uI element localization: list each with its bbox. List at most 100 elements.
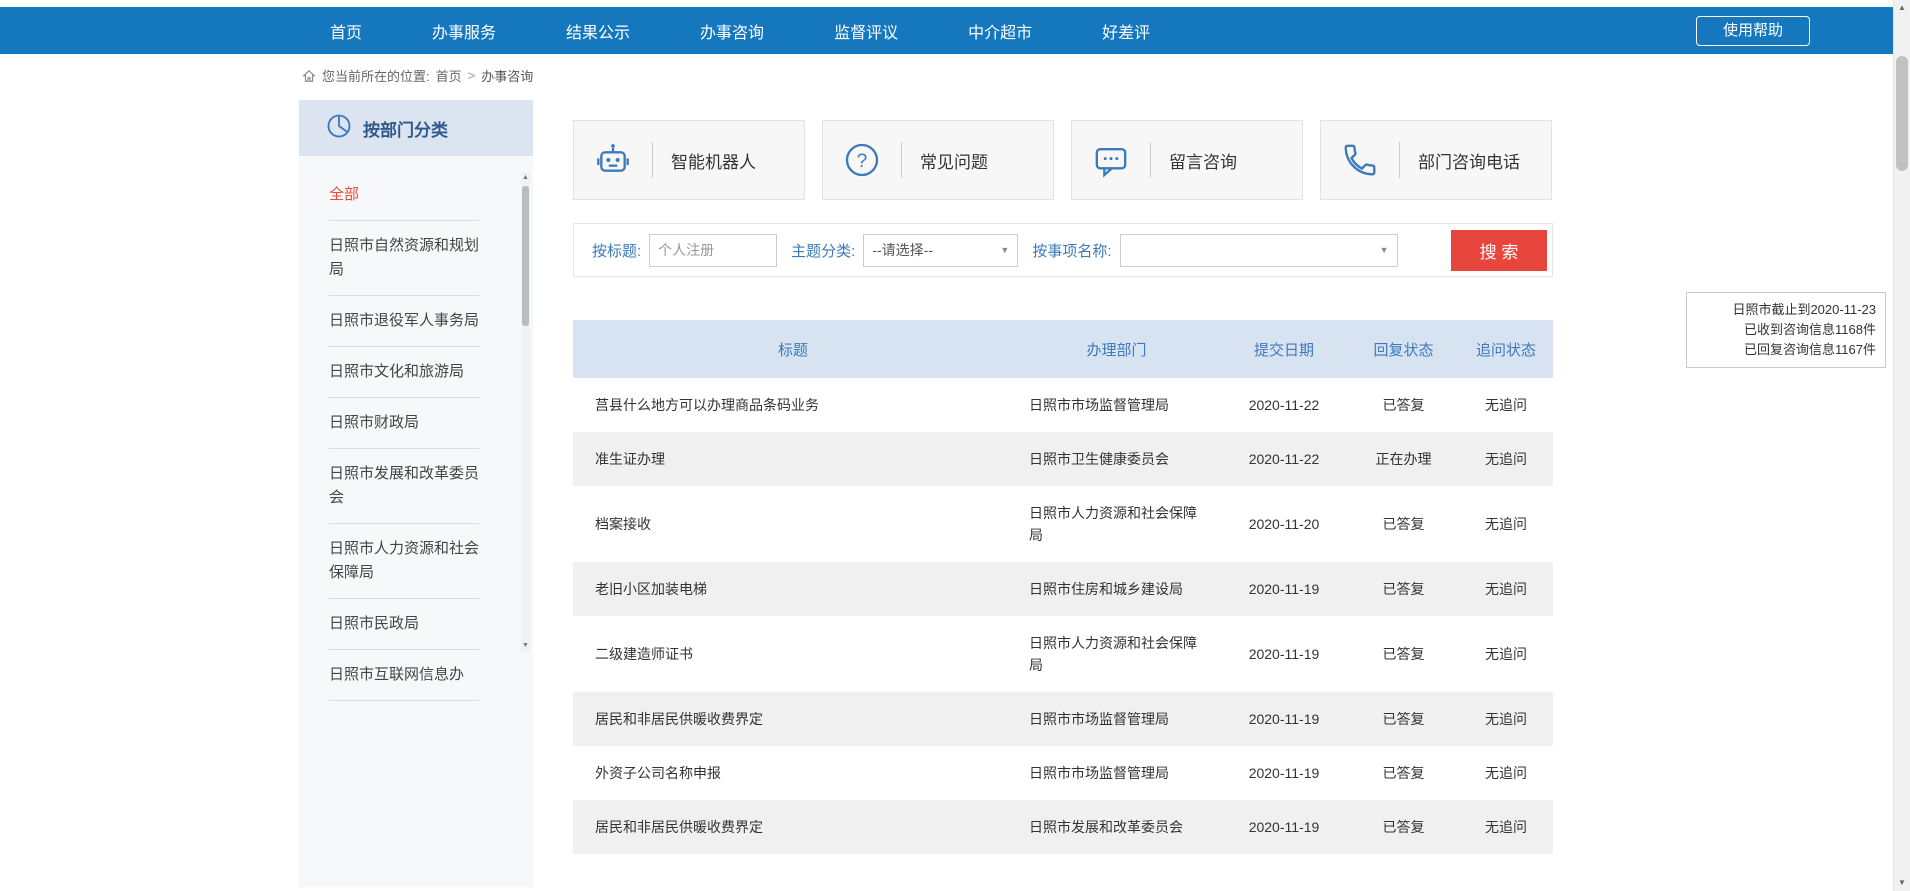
- sidebar-item-all[interactable]: 全部: [329, 170, 479, 221]
- breadcrumb-current: 办事咨询: [481, 66, 533, 85]
- cell-department: 日照市发展和改革委员会: [1013, 800, 1220, 854]
- table-row: 二级建造师证书 日照市人力资源和社会保障局 2020-11-19 已答复 无追问: [573, 616, 1553, 692]
- cell-reply-status: 已答复: [1348, 486, 1459, 562]
- cell-reply-status: 已答复: [1348, 692, 1459, 746]
- category-pie-icon: [325, 112, 353, 145]
- table-row: 档案接收 日照市人力资源和社会保障局 2020-11-20 已答复 无追问: [573, 486, 1553, 562]
- cell-title[interactable]: 居民和非居民供暖收费界定: [573, 800, 1013, 854]
- header-department: 办理部门: [1013, 320, 1220, 378]
- breadcrumb-home-link[interactable]: 首页: [436, 66, 462, 85]
- search-button[interactable]: 搜 索: [1451, 230, 1547, 271]
- cell-department: 日照市卫生健康委员会: [1013, 432, 1220, 486]
- sidebar-scrollbar[interactable]: ▲ ▼: [521, 172, 530, 652]
- stats-line-2: 已收到咨询信息1168件: [1696, 320, 1876, 340]
- item-name-select[interactable]: ▼: [1120, 234, 1398, 267]
- top-nav: 首页 办事服务 结果公示 办事咨询 监督评议 中介超市 好差评 使用帮助: [0, 7, 1910, 54]
- cell-reply-status: 正在办理: [1348, 432, 1459, 486]
- topic-category-select[interactable]: --请选择-- ▼: [863, 234, 1018, 267]
- header-submit-date: 提交日期: [1220, 320, 1348, 378]
- topic-category-label: 主题分类:: [791, 240, 855, 261]
- cell-follow-status: 无追问: [1459, 486, 1553, 562]
- sidebar-item-natural-resources[interactable]: 日照市自然资源和规划局: [329, 221, 479, 296]
- header-title: 标题: [573, 320, 1013, 378]
- cell-title[interactable]: 外资子公司名称申报: [573, 746, 1013, 800]
- scroll-up-icon[interactable]: ▲: [1894, 0, 1910, 16]
- nav-item-home[interactable]: 首页: [330, 19, 362, 43]
- sidebar-item-development-reform[interactable]: 日照市发展和改革委员会: [329, 449, 479, 524]
- question-icon: ?: [823, 140, 901, 180]
- table-row: 居民和非居民供暖收费界定 日照市发展和改革委员会 2020-11-19 已答复 …: [573, 800, 1553, 854]
- sidebar-scroll-up-icon[interactable]: ▲: [521, 172, 530, 184]
- cell-department: 日照市市场监督管理局: [1013, 692, 1220, 746]
- cell-title[interactable]: 准生证办理: [573, 432, 1013, 486]
- table-header-row: 标题 办理部门 提交日期 回复状态 追问状态: [573, 320, 1553, 378]
- item-name-label: 按事项名称:: [1032, 240, 1111, 261]
- message-consult-label: 留言咨询: [1151, 148, 1237, 173]
- faq-card[interactable]: ? 常见问题: [822, 120, 1054, 200]
- title-search-input[interactable]: [649, 234, 777, 267]
- help-button[interactable]: 使用帮助: [1696, 16, 1810, 46]
- phone-icon: [1321, 141, 1399, 179]
- table-row: 外资子公司名称申报 日照市市场监督管理局 2020-11-19 已答复 无追问: [573, 746, 1553, 800]
- cell-submit-date: 2020-11-19: [1220, 800, 1348, 854]
- message-consult-card[interactable]: 留言咨询: [1071, 120, 1303, 200]
- main-content: 智能机器人 ? 常见问题 留言咨询: [573, 100, 1553, 887]
- sidebar-item-culture-tourism[interactable]: 日照市文化和旅游局: [329, 347, 479, 398]
- title-search-label: 按标题:: [592, 240, 641, 261]
- sidebar-title: 按部门分类: [363, 116, 448, 141]
- cell-follow-status: 无追问: [1459, 378, 1553, 432]
- cell-department: 日照市人力资源和社会保障局: [1013, 486, 1220, 562]
- page-scrollbar-thumb[interactable]: [1896, 56, 1908, 171]
- cell-follow-status: 无追问: [1459, 432, 1553, 486]
- quick-links: 智能机器人 ? 常见问题 留言咨询: [573, 120, 1553, 200]
- cell-reply-status: 已答复: [1348, 378, 1459, 432]
- home-icon: [302, 69, 316, 83]
- nav-item-rating[interactable]: 好差评: [1102, 19, 1150, 43]
- sidebar-scroll-down-icon[interactable]: ▼: [521, 640, 530, 652]
- cell-title[interactable]: 老旧小区加装电梯: [573, 562, 1013, 616]
- cell-title[interactable]: 二级建造师证书: [573, 616, 1013, 692]
- header-reply-status: 回复状态: [1348, 320, 1459, 378]
- message-icon: [1072, 140, 1150, 180]
- cell-submit-date: 2020-11-19: [1220, 616, 1348, 692]
- cell-reply-status: 已答复: [1348, 800, 1459, 854]
- cell-follow-status: 无追问: [1459, 692, 1553, 746]
- stats-line-3: 已回复咨询信息1167件: [1696, 340, 1876, 360]
- table-row: 莒县什么地方可以办理商品条码业务 日照市市场监督管理局 2020-11-22 已…: [573, 378, 1553, 432]
- cell-reply-status: 已答复: [1348, 746, 1459, 800]
- cell-department: 日照市住房和城乡建设局: [1013, 562, 1220, 616]
- cell-submit-date: 2020-11-22: [1220, 432, 1348, 486]
- robot-icon: [574, 140, 652, 180]
- nav-item-consult[interactable]: 办事咨询: [700, 19, 764, 43]
- cell-submit-date: 2020-11-20: [1220, 486, 1348, 562]
- faq-label: 常见问题: [902, 148, 988, 173]
- sidebar-item-internet-info[interactable]: 日照市互联网信息办: [329, 650, 479, 701]
- smart-robot-card[interactable]: 智能机器人: [573, 120, 805, 200]
- nav-item-supervision[interactable]: 监督评议: [834, 19, 898, 43]
- phone-consult-card[interactable]: 部门咨询电话: [1320, 120, 1552, 200]
- table-row: 老旧小区加装电梯 日照市住房和城乡建设局 2020-11-19 已答复 无追问: [573, 562, 1553, 616]
- cell-reply-status: 已答复: [1348, 616, 1459, 692]
- nav-item-agency[interactable]: 中介超市: [968, 19, 1032, 43]
- stats-line-1: 日照市截止到2020-11-23: [1696, 300, 1876, 320]
- nav-item-results[interactable]: 结果公示: [566, 19, 630, 43]
- main-layout: 按部门分类 全部 日照市自然资源和规划局 日照市退役军人事务局 日照市文化和旅游…: [299, 100, 1553, 887]
- cell-reply-status: 已答复: [1348, 562, 1459, 616]
- sidebar-item-veterans[interactable]: 日照市退役军人事务局: [329, 296, 479, 347]
- header-follow-status: 追问状态: [1459, 320, 1553, 378]
- cell-title[interactable]: 居民和非居民供暖收费界定: [573, 692, 1013, 746]
- department-sidebar: 按部门分类 全部 日照市自然资源和规划局 日照市退役军人事务局 日照市文化和旅游…: [299, 100, 533, 887]
- sidebar-item-human-resources[interactable]: 日照市人力资源和社会保障局: [329, 524, 479, 599]
- sidebar-item-finance[interactable]: 日照市财政局: [329, 398, 479, 449]
- nav-item-services[interactable]: 办事服务: [432, 19, 496, 43]
- cell-follow-status: 无追问: [1459, 562, 1553, 616]
- sidebar-header: 按部门分类: [299, 100, 533, 156]
- cell-title[interactable]: 档案接收: [573, 486, 1013, 562]
- page-scrollbar[interactable]: ▲ ▼: [1893, 0, 1910, 891]
- scroll-down-icon[interactable]: ▼: [1894, 875, 1910, 891]
- cell-title[interactable]: 莒县什么地方可以办理商品条码业务: [573, 378, 1013, 432]
- cell-department: 日照市人力资源和社会保障局: [1013, 616, 1220, 692]
- sidebar-item-civil-affairs[interactable]: 日照市民政局: [329, 599, 479, 650]
- sidebar-scrollbar-thumb[interactable]: [522, 186, 529, 326]
- cell-submit-date: 2020-11-19: [1220, 746, 1348, 800]
